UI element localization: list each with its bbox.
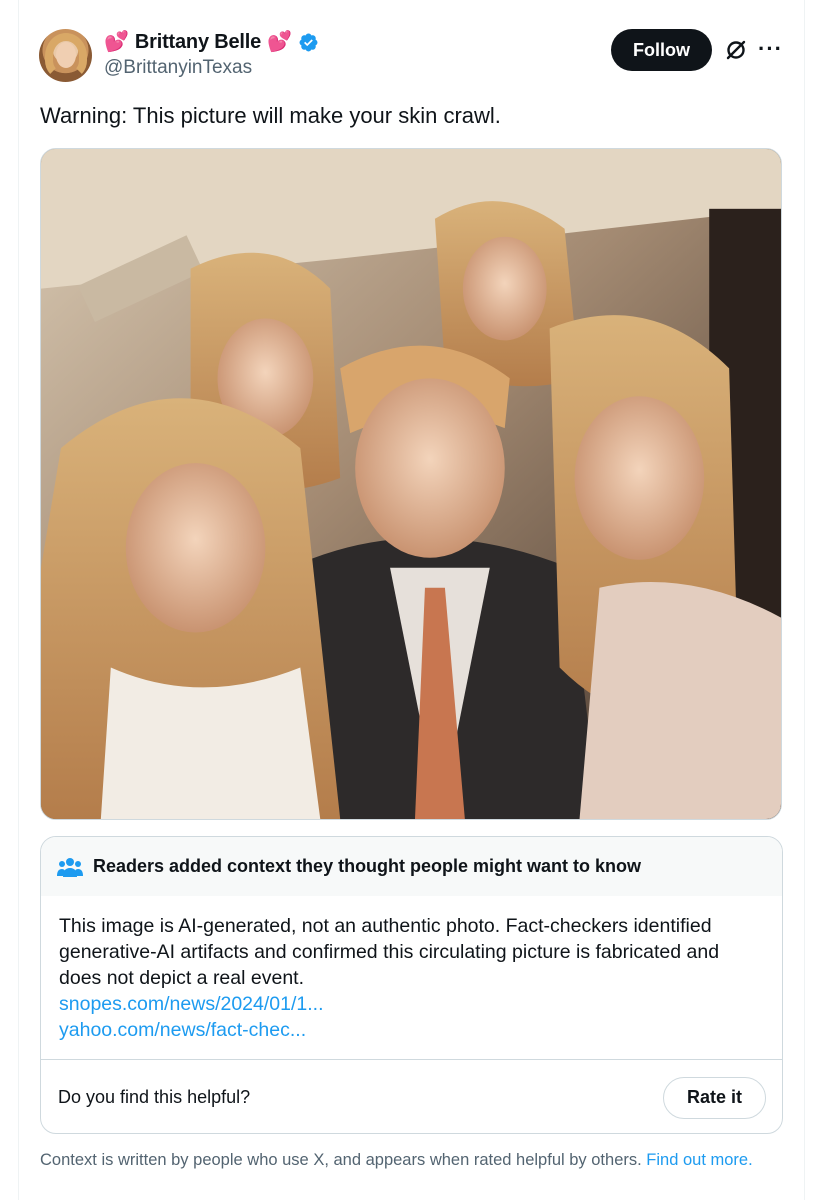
heart-emoji-left: 💕: [104, 31, 129, 53]
heart-emoji-right: 💕: [267, 31, 292, 53]
note-link-snopes[interactable]: snopes.com/news/2024/01/1...: [59, 991, 764, 1017]
avatar-face: [56, 42, 76, 68]
find-out-more-link[interactable]: Find out more.: [646, 1151, 752, 1169]
note-title: Readers added context they thought peopl…: [93, 856, 642, 876]
tweet-text: Warning: This picture will make your ski…: [40, 103, 501, 128]
context-footer: Context is written by people who use X, …: [40, 1150, 780, 1171]
note-link-yahoo[interactable]: yahoo.com/news/fact-chec...: [59, 1017, 764, 1043]
community-note: Readers added context they thought peopl…: [40, 836, 783, 1134]
avatar[interactable]: [39, 29, 92, 82]
more-icon[interactable]: ···: [758, 36, 783, 62]
note-text: This image is AI-generated, not an authe…: [59, 915, 720, 989]
photo-illustration: [41, 149, 781, 819]
note-rating-row: Do you find this helpful? Rate it: [41, 1059, 782, 1133]
context-footer-text: Context is written by people who use X, …: [40, 1151, 642, 1169]
rate-it-button[interactable]: Rate it: [663, 1076, 766, 1119]
people-icon: [57, 857, 83, 877]
grok-icon[interactable]: [724, 38, 748, 62]
helpful-question: Do you find this helpful?: [58, 1087, 251, 1107]
note-header: Readers added context they thought peopl…: [41, 837, 782, 896]
verified-badge-icon: [299, 33, 318, 51]
author-handle[interactable]: @BrittanyinTexas: [104, 57, 252, 79]
display-name[interactable]: Brittany Belle: [135, 31, 261, 54]
tweet-photo[interactable]: [40, 148, 782, 820]
author-name-row[interactable]: 💕 Brittany Belle 💕: [104, 28, 319, 56]
note-body: This image is AI-generated, not an authe…: [41, 896, 782, 1043]
follow-button[interactable]: Follow: [611, 29, 712, 71]
